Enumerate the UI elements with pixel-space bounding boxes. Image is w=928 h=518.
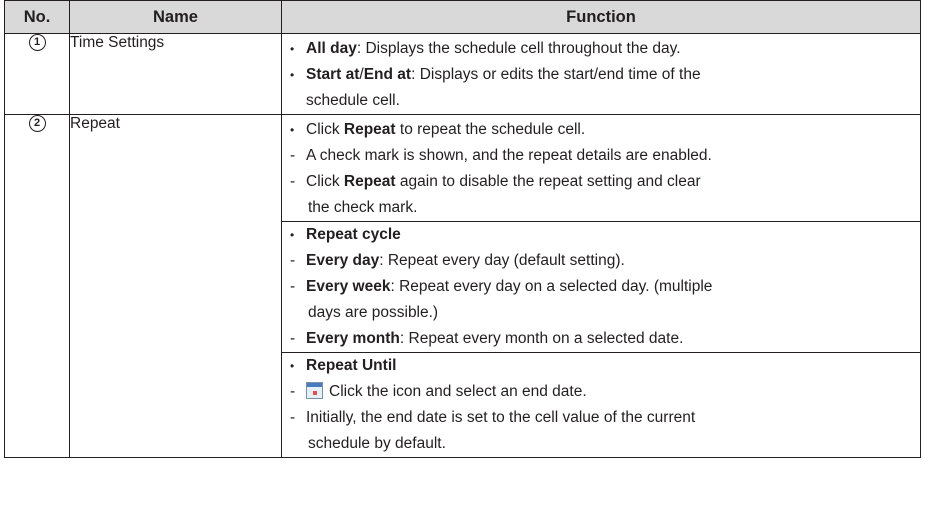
list-item: • Repeat cycle bbox=[282, 221, 920, 248]
header-row: No. Name Function bbox=[4, 0, 921, 34]
term: All day bbox=[306, 40, 357, 57]
list-item-continuation: schedule cell. bbox=[282, 88, 920, 114]
list-item: • Click Repeat to repeat the schedule ce… bbox=[282, 117, 920, 143]
dash-marker: - bbox=[290, 147, 296, 164]
bullet-marker: • bbox=[290, 359, 295, 373]
section-heading: Repeat cycle bbox=[306, 226, 401, 243]
list-item: - Click the icon and select an end date. bbox=[282, 379, 920, 405]
header-name: Name bbox=[69, 0, 282, 34]
table-row: 1 Time Settings • All day: Displays the … bbox=[4, 33, 921, 115]
list-item: - Every week: Repeat every day on a sele… bbox=[282, 274, 920, 300]
list-item-continuation: schedule by default. bbox=[282, 431, 920, 457]
term: Repeat bbox=[343, 173, 396, 190]
row-function: • All day: Displays the schedule cell th… bbox=[281, 33, 921, 115]
item-text: : Displays the schedule cell throughout … bbox=[356, 40, 681, 57]
dash-marker: - bbox=[290, 330, 296, 347]
row-number-cell: 1 bbox=[4, 33, 70, 115]
circled-number: 1 bbox=[28, 34, 46, 52]
item-text: : Repeat every day on a selected day. (m… bbox=[390, 278, 713, 295]
term: Repeat bbox=[343, 121, 396, 138]
list-item: • All day: Displays the schedule cell th… bbox=[282, 36, 920, 62]
item-text: again to disable the repeat setting and … bbox=[395, 173, 701, 190]
item-text: A check mark is shown, and the repeat de… bbox=[306, 147, 712, 164]
item-text: : Repeat every month on a selected date. bbox=[399, 330, 684, 347]
list-item: - Initially, the end date is set to the … bbox=[282, 405, 920, 431]
list-item: - Every day: Repeat every day (default s… bbox=[282, 248, 920, 274]
circled-number: 2 bbox=[28, 115, 46, 133]
list-item: - Every month: Repeat every month on a s… bbox=[282, 326, 920, 352]
dash-marker: - bbox=[290, 278, 296, 295]
row-name: Time Settings bbox=[69, 33, 282, 115]
list-item: - Click Repeat again to disable the repe… bbox=[282, 169, 920, 195]
term: Every week bbox=[306, 278, 391, 295]
dash-marker: - bbox=[290, 252, 296, 269]
header-function: Function bbox=[281, 0, 921, 34]
row-number-cell: 2 bbox=[4, 114, 70, 458]
row-name: Repeat bbox=[69, 114, 282, 458]
dash-marker: - bbox=[290, 409, 296, 426]
calendar-icon bbox=[306, 382, 323, 399]
list-item: - A check mark is shown, and the repeat … bbox=[282, 143, 920, 169]
list-item-continuation: the check mark. bbox=[282, 195, 920, 221]
item-text: Initially, the end date is set to the ce… bbox=[306, 409, 696, 426]
term: Every month bbox=[306, 330, 400, 347]
item-text: schedule by default. bbox=[308, 435, 446, 452]
bullet-marker: • bbox=[290, 228, 295, 242]
item-text: : Displays or edits the start/end time o… bbox=[411, 66, 701, 83]
item-text: : Repeat every day (default setting). bbox=[379, 252, 625, 269]
bullet-marker: • bbox=[290, 42, 295, 56]
term: End at bbox=[363, 66, 412, 83]
list-item: • Start at/End at: Displays or edits the… bbox=[282, 62, 920, 88]
item-text: the check mark. bbox=[308, 199, 418, 216]
list-item-continuation: days are possible.) bbox=[282, 300, 920, 326]
dash-marker: - bbox=[290, 173, 296, 190]
row-function: • Click Repeat to repeat the schedule ce… bbox=[281, 114, 921, 458]
item-text: to repeat the schedule cell. bbox=[395, 121, 586, 138]
list-item: • Repeat Until bbox=[282, 352, 920, 379]
bullet-marker: • bbox=[290, 68, 295, 82]
section-heading: Repeat Until bbox=[306, 357, 397, 374]
header-no: No. bbox=[4, 0, 70, 34]
function-table: No. Name Function 1 Time Settings • All … bbox=[4, 0, 921, 458]
item-text: days are possible.) bbox=[308, 304, 439, 321]
bullet-marker: • bbox=[290, 123, 295, 137]
table-row: 2 Repeat • Click Repeat to repeat the sc… bbox=[4, 114, 921, 458]
item-text: Click the icon and select an end date. bbox=[329, 383, 587, 400]
term: Start at bbox=[306, 66, 360, 83]
term: Every day bbox=[306, 252, 380, 269]
item-text: schedule cell. bbox=[306, 92, 400, 109]
dash-marker: - bbox=[290, 383, 296, 400]
